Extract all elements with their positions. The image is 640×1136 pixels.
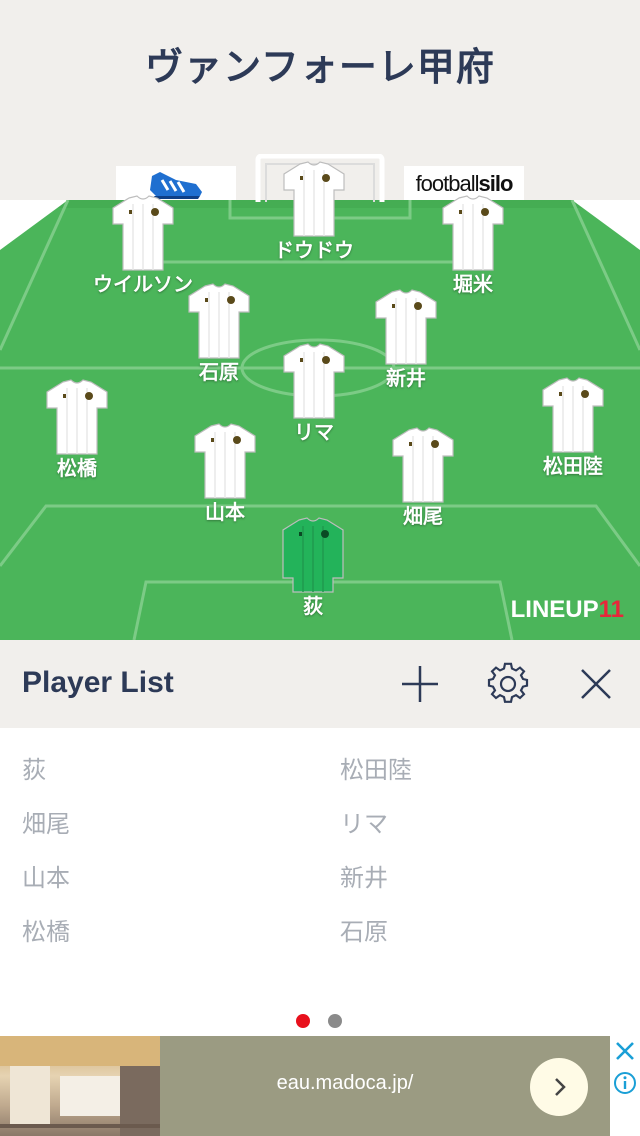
ad-url[interactable]: eau.madoca.jp/ <box>160 1072 530 1095</box>
ad-banner[interactable]: eau.madoca.jp/ <box>0 1036 610 1136</box>
brand-text: LINEUP <box>510 596 599 623</box>
brand-number: 11 <box>598 596 624 623</box>
shirt-icon <box>442 195 504 271</box>
list-item[interactable]: 松橋 <box>22 912 70 947</box>
list-item[interactable]: 畑尾 <box>22 804 70 839</box>
player-token[interactable]: 松橋 <box>17 378 137 481</box>
list-item[interactable]: 石原 <box>340 912 388 947</box>
plus-icon <box>402 666 438 702</box>
player-list-header: Player List <box>0 640 640 728</box>
player-token[interactable]: 堀米 <box>413 194 533 297</box>
settings-button[interactable] <box>486 662 530 706</box>
player-token[interactable]: ドウドウ <box>254 160 374 263</box>
chevron-right-icon <box>555 1078 566 1096</box>
player-list-title: Player List <box>22 666 174 699</box>
list-item[interactable]: リマ <box>340 804 388 839</box>
shirt-icon <box>283 343 345 419</box>
gear-icon <box>487 662 529 703</box>
ad-info-button[interactable] <box>612 1070 638 1096</box>
info-icon <box>614 1072 636 1094</box>
shirt-icon <box>375 289 437 365</box>
ad-image[interactable] <box>0 1036 160 1136</box>
player-token[interactable]: 畑尾 <box>363 426 483 529</box>
list-item[interactable]: 新井 <box>340 858 388 893</box>
player-name: 畑尾 <box>403 504 443 528</box>
shirt-icon <box>112 195 174 271</box>
team-title: ヴァンフォーレ甲府 <box>145 45 495 89</box>
close-icon <box>616 1042 634 1060</box>
shirt-icon <box>46 379 108 455</box>
player-name: 荻 <box>303 594 323 618</box>
close-icon <box>581 669 611 699</box>
player-token[interactable]: 松田陸 <box>513 376 633 479</box>
shirt-icon <box>392 427 454 503</box>
player-name: 松橋 <box>57 456 97 480</box>
list-item[interactable]: 松田陸 <box>340 750 412 785</box>
page-dot-2[interactable] <box>328 1014 342 1028</box>
shirt-icon <box>542 377 604 453</box>
shirt-icon <box>188 283 250 359</box>
player-token[interactable]: 荻 <box>253 516 373 619</box>
add-player-button[interactable] <box>398 662 442 706</box>
page-dot-1-active[interactable] <box>296 1014 310 1028</box>
player-name: ドウドウ <box>274 238 354 262</box>
lineup11-logo: LINEUP11 <box>511 596 624 624</box>
list-item[interactable]: 荻 <box>22 750 46 785</box>
ad-next-button[interactable] <box>530 1058 588 1116</box>
player-token[interactable]: 山本 <box>165 422 285 525</box>
player-name: 松田陸 <box>543 454 603 478</box>
ad-close-button[interactable] <box>612 1038 638 1064</box>
list-item[interactable]: 山本 <box>22 858 70 893</box>
goalkeeper-shirt-icon <box>282 517 344 593</box>
shirt-icon <box>283 161 345 237</box>
close-button[interactable] <box>574 662 618 706</box>
shirt-icon <box>194 423 256 499</box>
